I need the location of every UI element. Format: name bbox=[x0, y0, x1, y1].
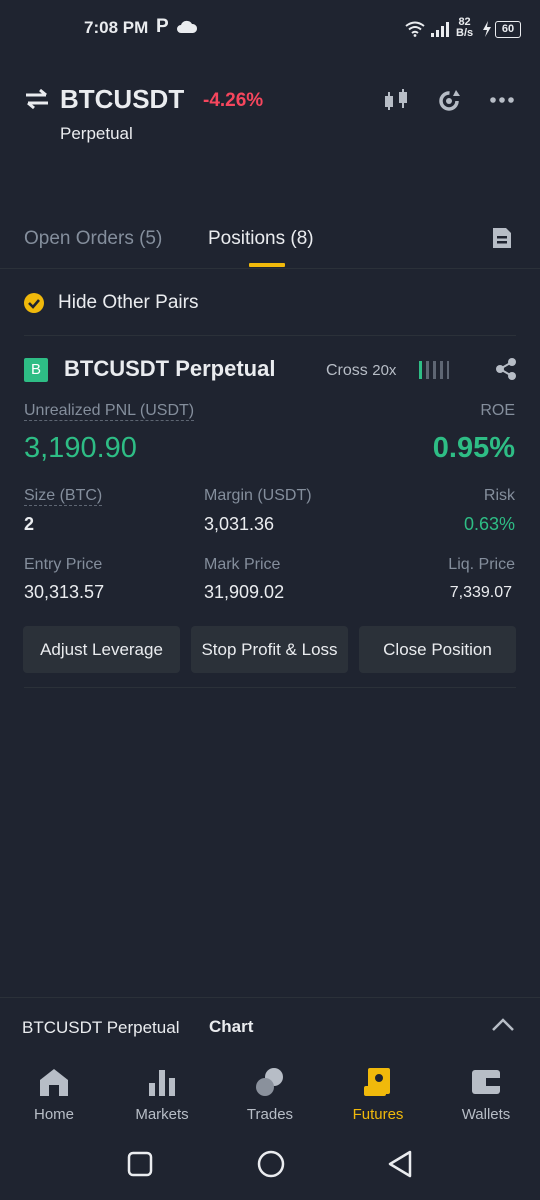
signal-icon bbox=[431, 22, 449, 37]
refresh-icon[interactable] bbox=[436, 88, 466, 112]
charging-icon bbox=[483, 21, 491, 37]
back-icon[interactable] bbox=[386, 1149, 414, 1179]
hide-other-pairs-label[interactable]: Hide Other Pairs bbox=[58, 292, 198, 314]
risk-value: 0.63% bbox=[463, 514, 515, 534]
order-history-icon[interactable] bbox=[492, 227, 512, 249]
price-change: -4.26% bbox=[203, 90, 264, 111]
filter-divider bbox=[24, 335, 516, 336]
share-icon[interactable] bbox=[494, 357, 518, 381]
margin-mode[interactable]: Cross 20x bbox=[326, 362, 396, 380]
unrealized-pnl-label: Unrealized PNL (USDT) bbox=[24, 402, 195, 421]
symbol-title[interactable]: BTCUSDT bbox=[60, 84, 184, 115]
leverage-value: 20x bbox=[372, 362, 397, 379]
nav-trades-label: Trades bbox=[246, 1106, 294, 1123]
roe-value: 0.95% bbox=[432, 432, 515, 464]
margin-value: 3,031.36 bbox=[204, 514, 275, 534]
mark-price-label: Mark Price bbox=[204, 556, 281, 573]
network-speed: 82 B/s bbox=[456, 17, 473, 39]
chart-symbol: BTCUSDT Perpetual bbox=[22, 1018, 180, 1037]
status-time: 7:08 PM bbox=[84, 18, 149, 37]
nav-markets-label: Markets bbox=[135, 1106, 189, 1123]
tab-positions[interactable]: Positions (8) bbox=[208, 228, 314, 250]
battery-indicator: 60 bbox=[495, 21, 521, 38]
position-title[interactable]: BTCUSDT Perpetual bbox=[64, 356, 275, 382]
size-label: Size (BTC) bbox=[24, 487, 103, 506]
hide-other-pairs-checkbox[interactable] bbox=[24, 293, 44, 313]
tab-positions-count: (8) bbox=[290, 228, 314, 249]
markets-icon bbox=[149, 1070, 175, 1096]
checkmark-icon bbox=[28, 299, 40, 309]
wifi-icon bbox=[405, 21, 425, 37]
risk-label: Risk bbox=[483, 487, 515, 504]
card-divider bbox=[24, 687, 516, 688]
stop-profit-loss-button[interactable]: Stop Profit & Loss bbox=[191, 626, 348, 673]
tab-open-orders[interactable]: Open Orders (5) bbox=[24, 228, 162, 250]
roe-label: ROE bbox=[480, 402, 515, 419]
nav-wallets[interactable]: Wallets bbox=[441, 1066, 531, 1123]
nav-wallets-label: Wallets bbox=[461, 1106, 511, 1123]
margin-label: Margin (USDT) bbox=[204, 487, 312, 504]
unrealized-pnl-value: 3,190.90 bbox=[24, 432, 137, 464]
chart-label[interactable]: Chart bbox=[209, 1017, 253, 1037]
mark-price-value: 31,909.02 bbox=[204, 582, 285, 602]
network-speed-unit: B/s bbox=[456, 27, 474, 39]
nav-home[interactable]: Home bbox=[9, 1066, 99, 1123]
nav-futures-label: Futures bbox=[352, 1106, 404, 1123]
tab-open-orders-count: (5) bbox=[139, 228, 163, 249]
adl-indicator-icon bbox=[419, 361, 449, 379]
candlestick-chart-icon[interactable] bbox=[382, 88, 412, 112]
tab-positions-label: Positions bbox=[208, 228, 286, 249]
size-value: 2 bbox=[24, 514, 35, 534]
nav-home-label: Home bbox=[33, 1106, 74, 1123]
more-options-icon[interactable] bbox=[488, 88, 518, 112]
home-icon bbox=[40, 1069, 68, 1096]
entry-price-label: Entry Price bbox=[24, 556, 103, 573]
futures-icon bbox=[364, 1068, 390, 1096]
tab-open-orders-label: Open Orders bbox=[24, 228, 134, 249]
nav-markets[interactable]: Markets bbox=[117, 1066, 207, 1123]
cloud-icon bbox=[177, 20, 198, 33]
wallet-icon bbox=[472, 1070, 500, 1094]
nav-futures[interactable]: Futures bbox=[333, 1066, 423, 1123]
swap-icon[interactable] bbox=[24, 88, 50, 110]
trades-icon bbox=[256, 1068, 283, 1096]
contract-type: Perpetual bbox=[60, 124, 133, 143]
home-button-icon[interactable] bbox=[256, 1149, 286, 1179]
p-notification-icon: P bbox=[156, 16, 169, 37]
active-tab-indicator bbox=[249, 263, 285, 267]
tab-divider bbox=[0, 268, 540, 269]
recent-apps-icon[interactable] bbox=[126, 1150, 154, 1178]
liq-price-value: 7,339.07 bbox=[449, 584, 512, 601]
liq-price-label: Liq. Price bbox=[448, 556, 515, 573]
entry-price-value: 30,313.57 bbox=[24, 582, 105, 602]
adjust-leverage-button[interactable]: Adjust Leverage bbox=[23, 626, 180, 673]
close-position-button[interactable]: Close Position bbox=[359, 626, 516, 673]
chevron-up-icon[interactable] bbox=[490, 1014, 516, 1034]
margin-mode-label: Cross bbox=[326, 362, 368, 379]
buy-side-badge: B bbox=[24, 358, 48, 382]
nav-trades[interactable]: Trades bbox=[225, 1066, 315, 1123]
